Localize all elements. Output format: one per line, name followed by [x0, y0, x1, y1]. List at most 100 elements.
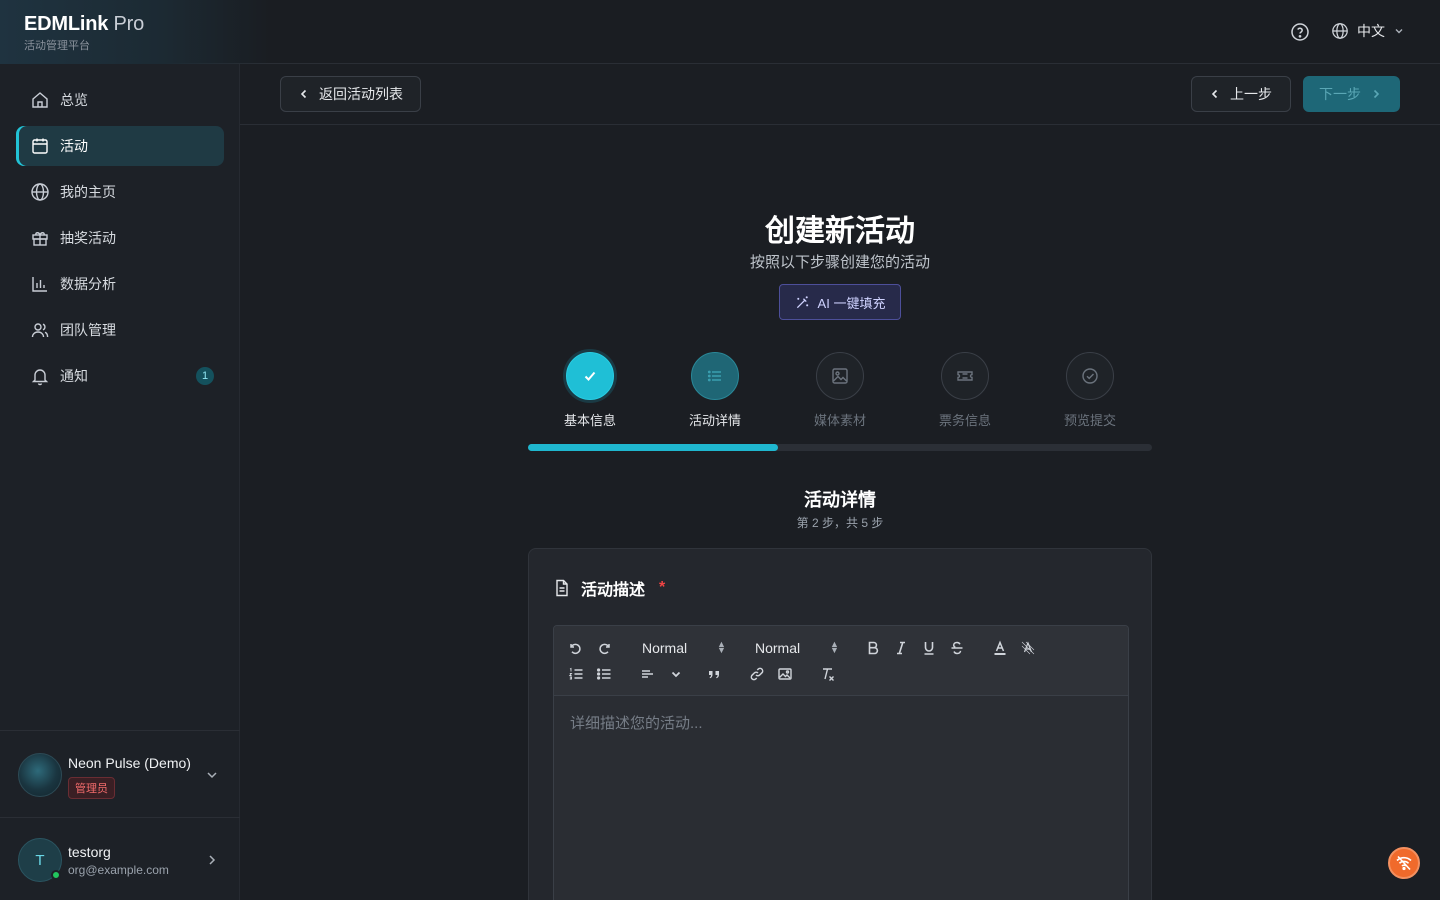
- step-preview-submit[interactable]: 预览提交: [1040, 352, 1140, 429]
- card-header: 活动描述 *: [553, 576, 665, 600]
- sidebar-item-lottery[interactable]: 抽奖活动: [16, 218, 224, 258]
- step-tickets[interactable]: 票务信息: [915, 352, 1015, 429]
- calendar-icon: [32, 138, 48, 154]
- role-badge: 管理员: [68, 777, 115, 799]
- undo-icon[interactable]: [566, 639, 584, 657]
- sidebar-item-label: 我的主页: [60, 184, 116, 200]
- org-name: Neon Pulse (Demo): [68, 755, 191, 771]
- sidebar-item-overview[interactable]: 总览: [16, 80, 224, 120]
- sidebar-item-label: 团队管理: [60, 322, 116, 338]
- align-icon[interactable]: [638, 665, 656, 683]
- step-label: 活动详情: [688, 413, 741, 428]
- page-title: 创建新活动: [765, 215, 915, 248]
- sidebar-item-notifications[interactable]: 通知 1: [16, 356, 224, 396]
- connection-status-button[interactable]: [1388, 847, 1420, 879]
- description-card: 活动描述 * Normal ▲ ▼ Normal ▲ ▼ 详细描述您的活动...: [528, 548, 1152, 900]
- sidebar-item-label: 总览: [60, 92, 88, 108]
- rich-text-editor[interactable]: Normal ▲ ▼ Normal ▲ ▼ 详细描述您的活动...: [553, 625, 1129, 900]
- blockquote-icon[interactable]: [705, 665, 723, 683]
- bar-chart-icon: [32, 277, 47, 292]
- sidebar-item-label: 数据分析: [60, 276, 116, 292]
- chevron-right-icon[interactable]: [204, 852, 220, 868]
- sidebar-item-team[interactable]: 团队管理: [16, 310, 224, 350]
- chevron-down-icon: [207, 772, 217, 779]
- globe-icon: [31, 183, 49, 201]
- check-circle-icon: [1082, 368, 1098, 384]
- bullet-list-icon[interactable]: [595, 665, 613, 683]
- brand-title: EDMLink Pro: [24, 13, 144, 36]
- underline-icon[interactable]: [920, 639, 938, 657]
- step-indicator: [691, 352, 739, 400]
- editor-placeholder[interactable]: 详细描述您的活动...: [570, 712, 703, 733]
- back-to-list-button[interactable]: 返回活动列表: [280, 76, 421, 112]
- step-indicator: [941, 352, 989, 400]
- editor-toolbar: Normal ▲ ▼ Normal ▲ ▼: [554, 626, 1128, 696]
- back-to-list-label: 返回活动列表: [319, 86, 403, 102]
- prev-step-label: 上一步: [1230, 86, 1272, 102]
- strikethrough-icon[interactable]: [948, 639, 966, 657]
- page-subtitle: 按照以下步骤创建您的活动: [749, 254, 930, 271]
- sidebar-item-label: 活动: [60, 138, 88, 154]
- select-arrows-icon: ▲ ▼: [830, 639, 839, 655]
- prev-step-button[interactable]: 上一步: [1191, 76, 1291, 112]
- brand-subtitle: 活动管理平台: [24, 40, 90, 52]
- clear-format-icon[interactable]: [819, 665, 837, 683]
- step-media[interactable]: 媒体素材: [790, 352, 890, 429]
- notification-count-badge: 1: [196, 367, 214, 385]
- brand-suffix: Pro: [113, 13, 145, 35]
- brand[interactable]: EDMLink Pro 活动管理平台: [24, 13, 144, 53]
- sidebar-item-my-homepage[interactable]: 我的主页: [16, 172, 224, 212]
- font-select[interactable]: Normal ▲ ▼: [642, 638, 726, 658]
- step-event-details[interactable]: 活动详情: [665, 352, 765, 429]
- redo-icon[interactable]: [596, 639, 614, 657]
- sidebar-item-events[interactable]: 活动: [16, 126, 224, 166]
- step-label: 媒体素材: [813, 413, 866, 428]
- background-color-icon[interactable]: [1019, 639, 1037, 657]
- italic-icon[interactable]: [892, 639, 910, 657]
- step-progress-bar: [528, 444, 1152, 451]
- step-indicator: [816, 352, 864, 400]
- step-label: 票务信息: [938, 413, 991, 428]
- action-bar: 返回活动列表 上一步 下一步: [240, 64, 1440, 125]
- gift-icon: [32, 232, 48, 246]
- users-icon: [31, 323, 49, 338]
- size-select-value: Normal: [755, 640, 801, 656]
- chevron-down-icon[interactable]: [667, 665, 685, 683]
- chevron-left-icon: [1211, 89, 1218, 99]
- image-icon[interactable]: [776, 665, 794, 683]
- ai-autofill-button[interactable]: AI 一键填充: [779, 284, 901, 320]
- globe-icon: [1332, 23, 1348, 39]
- check-icon: [584, 371, 596, 381]
- org-avatar: [18, 753, 62, 797]
- bell-icon: [31, 369, 49, 386]
- user-email: org@example.com: [68, 863, 169, 877]
- ticket-icon: [957, 371, 973, 381]
- link-icon[interactable]: [748, 665, 766, 683]
- user-name[interactable]: testorg: [68, 844, 111, 860]
- sidebar-item-analytics[interactable]: 数据分析: [16, 264, 224, 304]
- text-color-icon[interactable]: [991, 639, 1009, 657]
- document-icon: [556, 579, 568, 597]
- next-step-button[interactable]: 下一步: [1303, 76, 1400, 112]
- help-icon[interactable]: [1290, 22, 1310, 42]
- image-icon: [832, 368, 848, 384]
- org-switcher[interactable]: Neon Pulse (Demo) 管理员: [0, 730, 240, 818]
- sidebar-item-label: 抽奖活动: [60, 230, 116, 246]
- section-title: 活动详情: [804, 490, 876, 510]
- bold-icon[interactable]: [864, 639, 882, 657]
- step-indicator: [566, 352, 614, 400]
- sidebar: 总览 活动 我的主页 抽奖活动 数据分析 团队管理 通知 1 Neon Puls…: [0, 64, 240, 900]
- chevron-right-icon: [1373, 89, 1380, 99]
- ordered-list-icon[interactable]: [567, 665, 585, 683]
- step-progress-fill: [528, 444, 778, 451]
- font-select-value: Normal: [642, 640, 688, 656]
- language-switcher[interactable]: 中文: [1331, 21, 1405, 41]
- section-subtitle: 第 2 步，共 5 步: [796, 516, 884, 530]
- language-label: 中文: [1357, 23, 1385, 39]
- step-basic-info[interactable]: 基本信息: [540, 352, 640, 429]
- step-label: 预览提交: [1063, 413, 1116, 428]
- card-title: 活动描述: [581, 582, 646, 599]
- sidebar-item-label: 通知: [60, 368, 88, 384]
- step-label: 基本信息: [563, 413, 616, 428]
- size-select[interactable]: Normal ▲ ▼: [755, 638, 839, 658]
